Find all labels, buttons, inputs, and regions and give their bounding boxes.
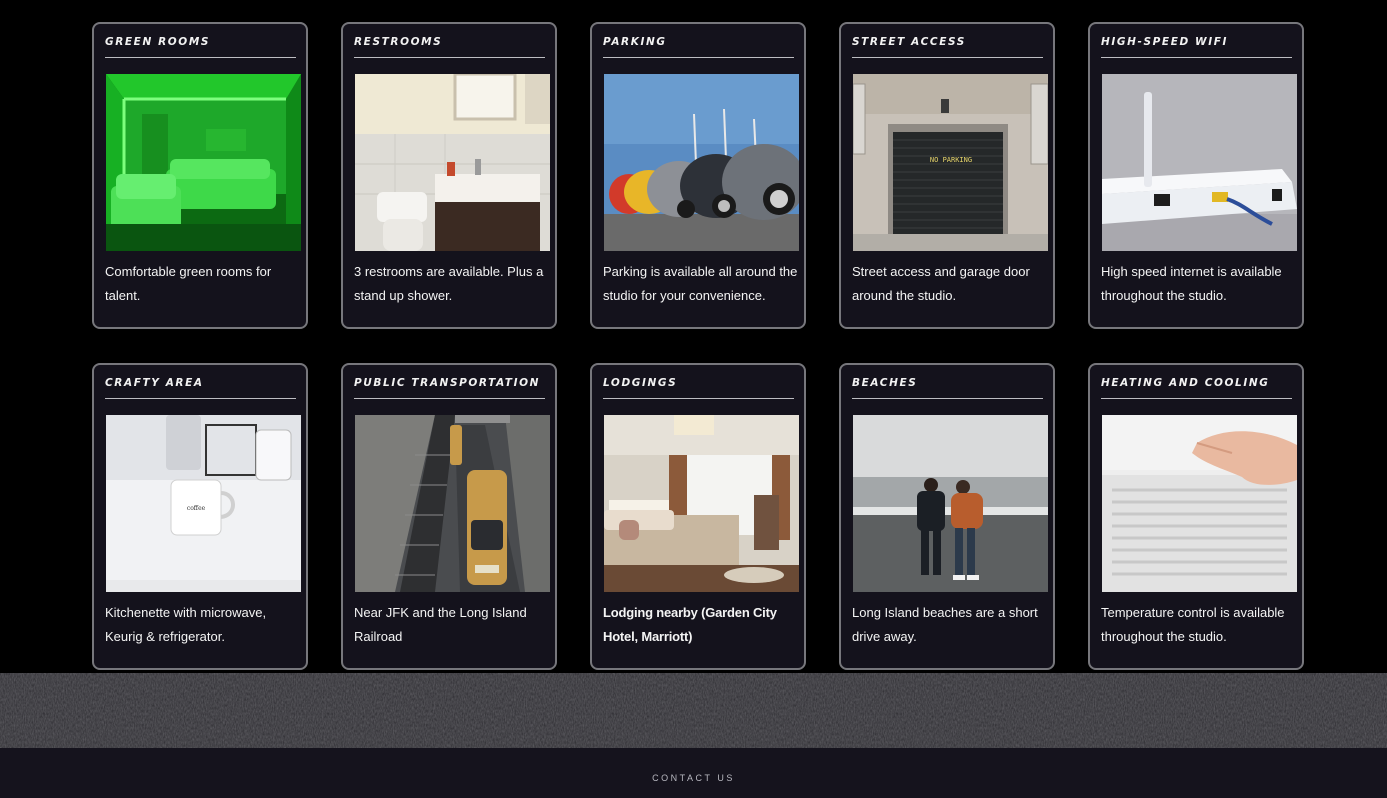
card-divider [852,57,1043,58]
train-station-photo [355,415,550,592]
card-divider [354,57,545,58]
card-title: HIGH-SPEED WIFI [1101,36,1229,48]
amenity-card-wifi: HIGH-SPEED WIFI High speed internet is a… [1088,22,1304,329]
amenity-card-beaches: BEACHES Long Island beaches are a short … [839,363,1055,670]
footer: CONTACT US [0,748,1387,798]
card-description: Comfortable green rooms for talent. [105,264,272,303]
card-title: CRAFTY AREA [105,377,204,389]
amenity-card-street-access: STREET ACCESS NO PARKING Street access a… [839,22,1055,329]
card-divider [852,398,1043,399]
card-description: Near JFK and the Long Island Railroad [354,605,527,644]
green-room-photo [106,74,301,251]
card-title: STREET ACCESS [852,36,966,48]
amenity-card-restrooms: RESTROOMS 3 restrooms are available. Plu… [341,22,557,329]
card-title: LODGINGS [603,377,678,389]
card-description: Long Island beaches are a short drive aw… [852,605,1038,644]
card-divider [105,57,296,58]
no-parking-sign: NO PARKING [930,156,972,164]
beach-photo [853,415,1048,592]
textured-banner [0,673,1387,748]
garage-door-photo: NO PARKING [853,74,1048,251]
card-divider [603,398,794,399]
card-title: HEATING AND COOLING [1101,377,1270,389]
card-description: Lodging nearby (Garden City Hotel, Marri… [603,605,777,644]
card-title: GREEN ROOMS [105,36,211,48]
card-divider [354,398,545,399]
card-description: Parking is available all around the stud… [603,264,798,303]
amenity-card-lodgings: LODGINGS Lodging nearby (Garden City Hot… [590,363,806,670]
card-title: RESTROOMS [354,36,443,48]
amenity-card-public-transportation: PUBLIC TRANSPORTATION Near JFK and the L… [341,363,557,670]
card-description: Temperature control is available through… [1101,605,1285,644]
amenity-card-crafty-area: CRAFTY AREA coffee Kitchenette with micr… [92,363,308,670]
hotel-room-photo [604,415,799,592]
amenity-card-green-rooms: GREEN ROOMS Comfortable green rooms for … [92,22,308,329]
amenity-card-parking: PARKING Parking is available all around … [590,22,806,329]
air-vent-photo [1102,415,1297,592]
card-divider [105,398,296,399]
card-description: 3 restrooms are available. Plus a stand … [354,264,544,303]
card-title: BEACHES [852,377,918,389]
mug-label: coffee [187,505,206,512]
card-description: Street access and garage door around the… [852,264,1030,303]
card-title: PARKING [603,36,667,48]
card-description: Kitchenette with microwave, Keurig & ref… [105,605,267,644]
card-title: PUBLIC TRANSPORTATION [354,377,540,389]
restroom-photo [355,74,550,251]
parking-photo [604,74,799,251]
coffee-mug-photo: coffee [106,415,301,592]
router-photo [1102,74,1297,251]
card-divider [603,57,794,58]
amenities-grid: GREEN ROOMS Comfortable green rooms for … [92,22,1304,670]
card-divider [1101,57,1292,58]
card-description: High speed internet is available through… [1101,264,1282,303]
amenity-card-heating-cooling: HEATING AND COOLING Temperature control … [1088,363,1304,670]
contact-us-link[interactable]: CONTACT US [0,773,1387,783]
card-divider [1101,398,1292,399]
